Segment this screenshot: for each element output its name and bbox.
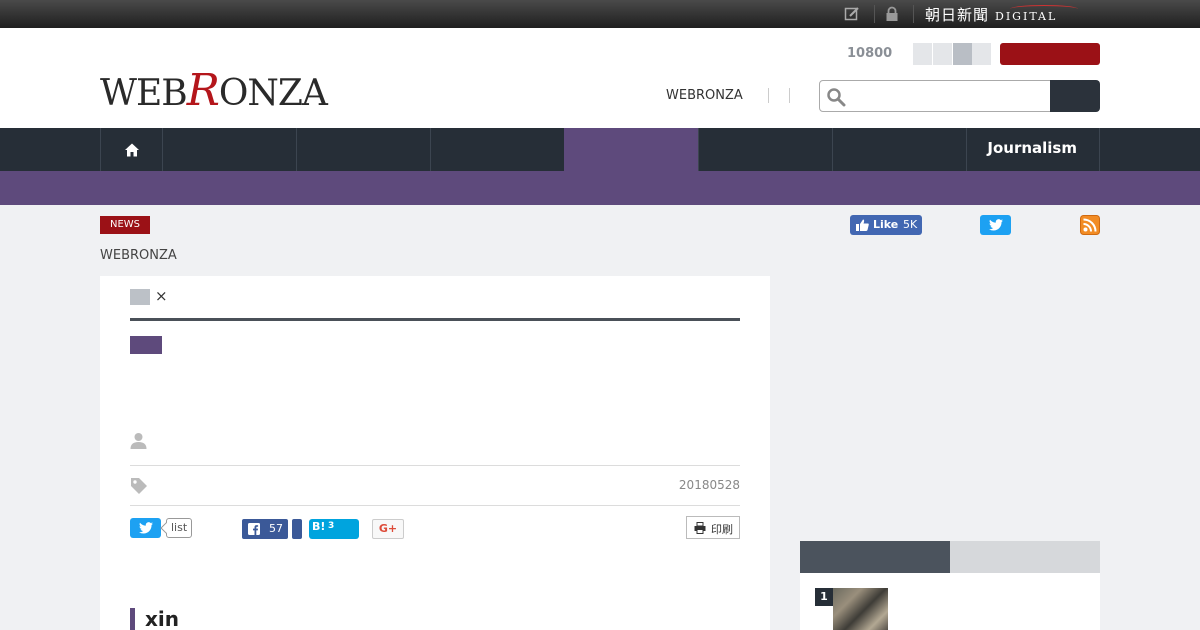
publish-date: 20180528 <box>678 478 740 492</box>
header-divider <box>768 88 769 103</box>
top-bar: 朝日新聞 DIGITAL <box>0 0 1200 28</box>
font-size-option[interactable] <box>933 43 952 65</box>
nav-item[interactable] <box>832 128 966 171</box>
nav-item[interactable] <box>162 128 296 171</box>
nav-item[interactable] <box>296 128 430 171</box>
title-rule <box>130 318 740 321</box>
tweet-count-link[interactable]: list <box>166 518 193 538</box>
divider <box>130 505 740 506</box>
ranking-tab[interactable] <box>950 541 1100 573</box>
article-card: × 20180528 list 57 B! 3 G+ 印刷 xin <box>100 276 770 630</box>
font-size-option[interactable] <box>913 43 932 65</box>
font-size-option-active[interactable] <box>953 43 972 65</box>
webronza-logo[interactable]: WEBRONZA <box>100 65 328 116</box>
ranking-panel: 1 <box>800 573 1100 630</box>
twitter-share-button[interactable] <box>130 518 161 538</box>
print-label: 印刷 <box>711 523 733 536</box>
print-button[interactable]: 印刷 <box>686 516 740 539</box>
nav-item[interactable] <box>698 128 832 171</box>
sub-nav <box>0 171 1200 205</box>
nav-item-journalism[interactable]: Journalism <box>966 128 1100 171</box>
rank-number: 1 <box>815 588 833 606</box>
topbar-divider <box>874 5 875 23</box>
printer-icon <box>694 522 706 534</box>
brand-name: 朝日新聞 <box>925 6 990 24</box>
close-icon[interactable]: × <box>155 287 168 305</box>
nav-label-journalism: Journalism <box>987 139 1077 157</box>
logo-left: WEB <box>100 73 188 114</box>
main-nav: Journalism <box>0 128 1200 171</box>
ranking-thumbnail[interactable] <box>833 588 888 630</box>
like-count: 5K <box>903 218 918 231</box>
hatena-bookmark-button[interactable]: B! 3 <box>309 519 359 539</box>
thumbs-up-icon <box>856 219 869 231</box>
search-input[interactable] <box>850 85 1045 107</box>
search-icon <box>827 88 846 107</box>
topbar-divider <box>913 5 914 23</box>
section-heading: xin <box>130 608 179 630</box>
edit-icon[interactable] <box>844 6 860 22</box>
divider <box>130 465 740 466</box>
rss-icon[interactable] <box>1080 215 1100 235</box>
search-button[interactable] <box>1050 80 1100 112</box>
logo-r: R <box>186 65 220 116</box>
header-divider <box>789 88 790 103</box>
tag-icon <box>131 478 147 494</box>
login-button[interactable] <box>1000 43 1100 65</box>
search-box <box>819 80 1051 112</box>
ranking-tab-active[interactable] <box>800 541 950 573</box>
hatena-count: 3 <box>328 521 335 531</box>
google-plus-button[interactable]: G+ <box>372 519 404 539</box>
member-count: 10800 <box>847 46 893 61</box>
facebook-share-button[interactable]: 57 <box>242 519 288 539</box>
logo-right: ONZA <box>218 73 328 114</box>
facebook-like-button[interactable]: Like 5K <box>850 215 922 235</box>
home-icon <box>124 143 139 157</box>
font-size-option[interactable] <box>972 43 991 65</box>
header-link-webronza[interactable]: WEBRONZA <box>666 88 743 103</box>
hatena-label: B! <box>312 520 326 533</box>
lock-icon[interactable] <box>884 6 900 22</box>
nav-item-active[interactable] <box>564 128 698 171</box>
nav-home[interactable] <box>100 128 162 171</box>
site-header: WEBRONZA 10800 WEBRONZA <box>0 28 1200 128</box>
twitter-follow-button[interactable] <box>980 215 1011 235</box>
facebook-icon <box>248 523 260 535</box>
twitter-icon <box>989 219 1003 231</box>
like-label: Like <box>873 218 899 231</box>
breadcrumb[interactable]: WEBRONZA <box>100 248 177 263</box>
facebook-share-count: 57 <box>269 522 283 535</box>
category-chip[interactable] <box>130 336 162 354</box>
author-icon <box>130 433 147 449</box>
twitter-icon <box>139 522 153 534</box>
facebook-save-button[interactable] <box>292 519 302 539</box>
nav-item[interactable] <box>430 128 564 171</box>
series-thumbnail <box>130 289 150 305</box>
brand-arc <box>1010 5 1078 13</box>
news-badge: NEWS <box>100 216 150 234</box>
